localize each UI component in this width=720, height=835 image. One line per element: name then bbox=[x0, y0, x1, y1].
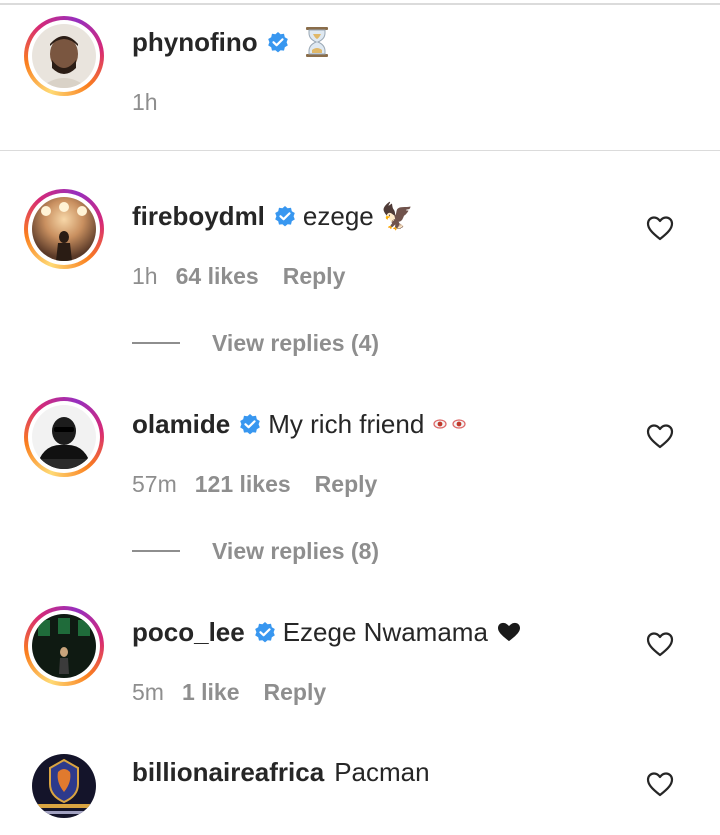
comment-text: Ezege Nwamama bbox=[282, 617, 488, 647]
view-replies-label: View replies (8) bbox=[212, 538, 380, 564]
comment-username[interactable]: poco_lee bbox=[132, 616, 245, 648]
verified-badge-icon bbox=[273, 204, 297, 228]
comment-time: 5m bbox=[132, 679, 164, 705]
reply-button[interactable]: Reply bbox=[264, 678, 327, 706]
top-border bbox=[0, 3, 720, 5]
like-heart-icon[interactable] bbox=[646, 423, 674, 449]
replies-dash bbox=[132, 342, 180, 344]
eyes-icon bbox=[432, 417, 468, 431]
hourglass-icon bbox=[304, 26, 330, 58]
comment-likes[interactable]: 121 likes bbox=[195, 470, 291, 498]
avatar-photo bbox=[32, 614, 96, 678]
view-replies-label: View replies (4) bbox=[212, 330, 380, 356]
black-heart-icon bbox=[496, 621, 522, 643]
verified-badge-icon bbox=[253, 620, 277, 644]
caption-time: 1h bbox=[132, 89, 158, 115]
reply-button[interactable]: Reply bbox=[283, 262, 346, 290]
replies-dash bbox=[132, 550, 180, 552]
avatar-poco-lee[interactable] bbox=[24, 606, 104, 686]
verified-badge-icon bbox=[238, 412, 262, 436]
avatar-photo bbox=[32, 405, 96, 469]
view-replies-button[interactable]: View replies (8) bbox=[132, 537, 379, 565]
avatar-billionaireafrica[interactable] bbox=[32, 754, 96, 818]
avatar-photo bbox=[32, 24, 96, 88]
comment-text: ezege 🦅 bbox=[302, 201, 414, 231]
caption-divider bbox=[0, 150, 720, 151]
avatar-photo bbox=[32, 197, 96, 261]
avatar-fireboydml[interactable] bbox=[24, 189, 104, 269]
view-replies-button[interactable]: View replies (4) bbox=[132, 329, 379, 357]
comment-text: My rich friend bbox=[268, 409, 425, 439]
avatar-olamide[interactable] bbox=[24, 397, 104, 477]
caption-username[interactable]: phynofino bbox=[132, 26, 258, 58]
reply-button[interactable]: Reply bbox=[315, 470, 378, 498]
like-heart-icon[interactable] bbox=[646, 215, 674, 241]
like-heart-icon[interactable] bbox=[646, 631, 674, 657]
comment-text: Pacman bbox=[334, 757, 430, 787]
avatar-phynofino[interactable] bbox=[24, 16, 104, 96]
comment-time: 57m bbox=[132, 471, 177, 497]
comment-likes[interactable]: 64 likes bbox=[176, 262, 259, 290]
comment-username[interactable]: olamide bbox=[132, 408, 230, 440]
comment-likes[interactable]: 1 like bbox=[182, 678, 240, 706]
like-heart-icon[interactable] bbox=[646, 771, 674, 797]
comment-time: 1h bbox=[132, 263, 158, 289]
verified-badge-icon bbox=[266, 30, 290, 54]
comment-username[interactable]: fireboydml bbox=[132, 200, 265, 232]
comment-username[interactable]: billionaireafrica bbox=[132, 756, 324, 788]
